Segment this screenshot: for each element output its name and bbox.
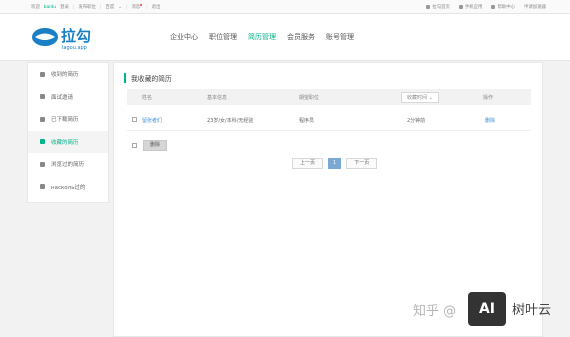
favorite-time: 2分钟前	[407, 118, 426, 124]
topbar-left: 欢迎 baidu 登录 | 发布职位 | 百度 ⌄ | 消息 | 退出	[31, 4, 160, 10]
sort-by-time-dropdown[interactable]: 收藏时间 ⌄	[401, 92, 439, 103]
nav-resume-management[interactable]: 简历管理	[248, 32, 276, 42]
candidate-name-link[interactable]: 留张者们	[142, 117, 162, 124]
sidebar-item-downloaded[interactable]: 已下载简历	[28, 108, 108, 131]
sidebar-item-label: 收藏的简历	[51, 139, 79, 146]
nav-member-service[interactable]: 会员服务	[287, 32, 315, 42]
sidebar-item-history[interactable]: насколь过的	[28, 176, 108, 199]
nav-account-management[interactable]: 账号管理	[326, 32, 354, 42]
page-button-current[interactable]: 1	[328, 158, 342, 169]
row-checkbox[interactable]	[132, 117, 137, 122]
ai-badge-icon: AI	[468, 292, 506, 326]
column-header-action: 操作	[483, 95, 494, 101]
column-header-basic-info: 基本信息	[207, 95, 228, 101]
notification-dot-icon	[140, 4, 143, 6]
post-job-link[interactable]: 发布职位	[78, 4, 96, 10]
message-link[interactable]: 消息	[131, 4, 143, 10]
download-icon	[40, 116, 45, 122]
sidebar-item-label: 收到的简历	[51, 72, 79, 79]
lagou-logo[interactable]: 拉勾 lagou.app	[31, 22, 126, 52]
sidebar-item-label: насколь过的	[51, 184, 86, 191]
welcome-text: 欢迎	[31, 5, 40, 10]
delete-selected-button[interactable]: 删除	[143, 140, 168, 151]
svg-text:拉勾: 拉勾	[61, 27, 91, 45]
inbox-icon	[40, 71, 45, 77]
logout-link[interactable]: 退出	[152, 4, 161, 10]
company-link[interactable]: 百度	[105, 4, 114, 10]
calendar-icon	[40, 94, 45, 100]
next-page-button[interactable]: 下一页	[346, 158, 378, 169]
top-utility-bar: 欢迎 baidu 登录 | 发布职位 | 百度 ⌄ | 消息 | 退出 拉勾首页…	[0, 0, 570, 14]
divider: |	[125, 4, 128, 10]
divider: |	[146, 4, 148, 10]
divider: |	[72, 4, 75, 10]
candidate-position: 程序员	[299, 118, 315, 124]
column-header-position: 期望职位	[299, 95, 320, 101]
select-all-checkbox[interactable]	[132, 143, 137, 148]
sidebar-item-viewed[interactable]: 浏览过的简历	[28, 153, 108, 176]
divider: |	[99, 4, 102, 10]
star-icon	[40, 139, 45, 145]
prev-page-button[interactable]: 上一页	[292, 158, 324, 169]
pagination: 上一页 1 下一页	[292, 158, 378, 169]
home-icon	[426, 4, 431, 9]
sidebar-item-label: 面试邀请	[51, 94, 74, 101]
sidebar: 收到的简历 面试邀请 已下载简历 收藏的简历 浏览过的简历 насколь过的	[27, 62, 109, 203]
svg-text:lagou.app: lagou.app	[62, 45, 87, 51]
sidebar-item-label: 浏览过的简历	[51, 162, 85, 169]
clock-icon	[40, 184, 45, 190]
main-header: 拉勾 lagou.app 企业中心 职位管理 简历管理 会员服务 账号管理	[0, 14, 570, 61]
nav-company-center[interactable]: 企业中心	[170, 32, 198, 42]
page-title: 我收藏的简历	[124, 73, 172, 83]
sidebar-item-interviews[interactable]: 面试邀请	[28, 86, 108, 109]
topbar-link-help[interactable]: 帮助中心	[491, 4, 515, 10]
watermark: 知乎 @ AI 树叶云	[413, 292, 563, 328]
sidebar-item-received[interactable]: 收到的简历	[28, 63, 108, 86]
sidebar-item-favorites[interactable]: 收藏的简历	[28, 130, 108, 153]
chevron-down-icon: ⌄	[428, 95, 433, 101]
login-link[interactable]: 登录	[60, 4, 69, 10]
topbar-link-accelerator[interactable]: 申请加速器	[524, 4, 546, 10]
column-header-name: 姓名	[142, 95, 153, 101]
table-row: 留张者们 23岁/女/本科/无经验 程序员 2分钟前 删除	[127, 109, 531, 131]
topbar-right: 拉勾首页 手机应用 帮助中心 申请加速器	[426, 4, 546, 10]
main-nav: 企业中心 职位管理 简历管理 会员服务 账号管理	[170, 32, 354, 42]
candidate-basic-info: 23岁/女/本科/无经验	[207, 118, 254, 124]
chevron-down-icon[interactable]: ⌄	[118, 5, 122, 10]
table-header: 姓名 基本信息 期望职位 收藏时间 ⌄ 操作	[127, 89, 531, 105]
watermark-brand: 树叶云	[512, 303, 552, 318]
username-link[interactable]: baidu	[44, 5, 56, 10]
help-icon	[491, 4, 496, 9]
delete-row-link[interactable]: 删除	[485, 117, 495, 124]
watermark-text: 知乎 @	[413, 304, 457, 319]
eye-icon	[40, 161, 45, 167]
topbar-link-mobile[interactable]: 手机应用	[458, 4, 482, 10]
phone-icon	[458, 4, 463, 9]
sidebar-item-label: 已下载简历	[51, 117, 79, 124]
nav-job-management[interactable]: 职位管理	[209, 32, 237, 42]
topbar-link-home[interactable]: 拉勾首页	[426, 4, 450, 10]
